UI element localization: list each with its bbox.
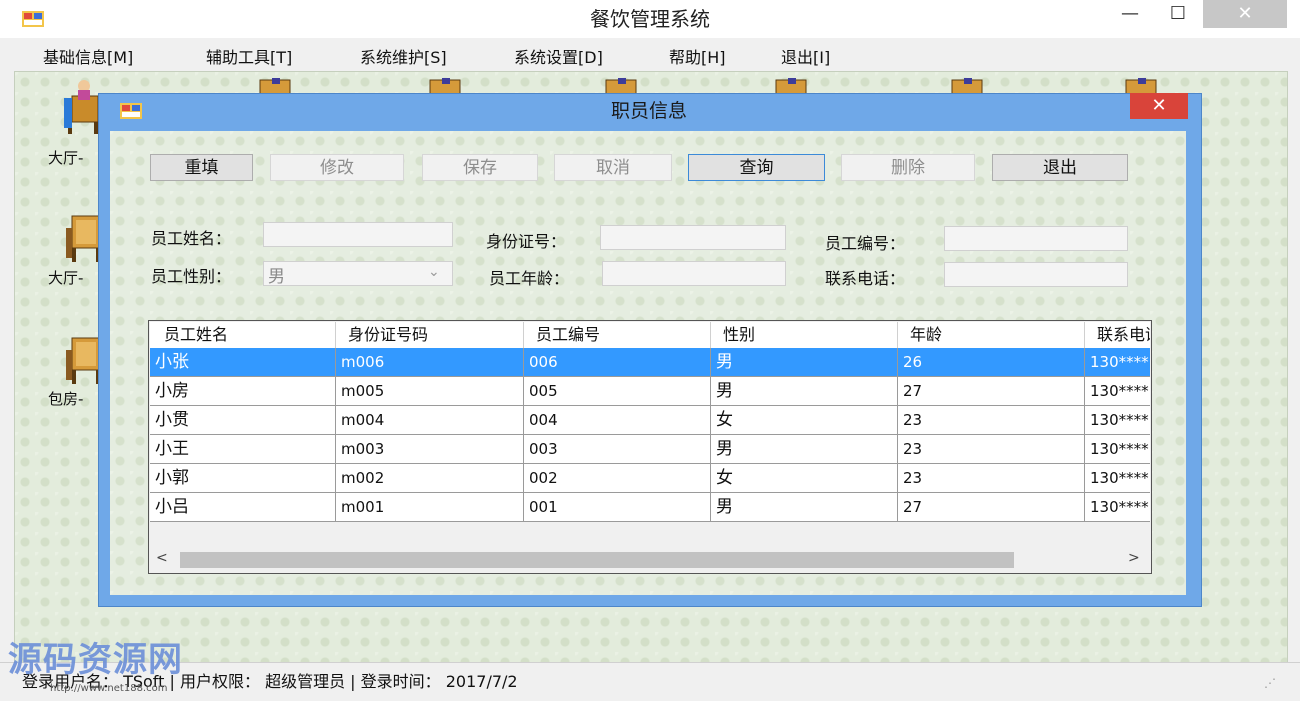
grid-cell[interactable]: 27 xyxy=(898,377,1085,406)
grid-cell[interactable]: 002 xyxy=(524,464,711,493)
phone-input[interactable] xyxy=(944,262,1128,287)
grid-cell[interactable]: 003 xyxy=(524,435,711,464)
table-icon[interactable] xyxy=(1118,78,1164,94)
table-label: 包房- xyxy=(48,390,84,408)
emp-no-label: 员工编号： xyxy=(825,234,906,253)
gender-select[interactable] xyxy=(263,261,453,286)
menu-settings[interactable]: 系统设置[D] xyxy=(514,44,603,68)
column-header[interactable]: 性别 xyxy=(711,322,898,348)
grid-cell[interactable]: 130**** xyxy=(1085,493,1150,522)
scroll-left-icon[interactable]: < xyxy=(156,550,168,566)
menu-maintenance[interactable]: 系统维护[S] xyxy=(360,44,447,68)
grid-cell[interactable]: m003 xyxy=(336,435,524,464)
menu-bar xyxy=(0,38,1300,70)
grid-cell[interactable]: 005 xyxy=(524,377,711,406)
grid-cell[interactable]: m002 xyxy=(336,464,524,493)
gender-label: 员工性别： xyxy=(151,267,232,286)
grid-cell[interactable]: 130**** xyxy=(1085,406,1150,435)
delete-button[interactable]: 删除 xyxy=(841,154,975,181)
phone-label: 联系电话： xyxy=(825,269,906,288)
grid-cell[interactable]: 男 xyxy=(711,493,898,522)
grid-cell[interactable]: 001 xyxy=(524,493,711,522)
minimize-button[interactable]: — xyxy=(1112,0,1148,28)
grid-cell[interactable]: 004 xyxy=(524,406,711,435)
table-icon[interactable] xyxy=(252,78,298,94)
reset-button[interactable]: 重填 xyxy=(150,154,253,181)
grid-cell[interactable]: 006 xyxy=(524,348,711,377)
name-label: 员工姓名： xyxy=(151,229,232,248)
grid-cell[interactable]: 男 xyxy=(711,348,898,377)
grid-cell[interactable]: m006 xyxy=(336,348,524,377)
column-header[interactable]: 身份证号码 xyxy=(336,322,524,348)
table-icon[interactable] xyxy=(944,78,990,94)
emp-no-input[interactable] xyxy=(944,226,1128,251)
grid-cell[interactable]: 130**** xyxy=(1085,435,1150,464)
scroll-right-icon[interactable]: > xyxy=(1128,550,1140,566)
menu-basic-info[interactable]: 基础信息[M] xyxy=(43,44,133,68)
grid-cell[interactable]: 小吕 xyxy=(150,493,336,522)
column-header[interactable]: 联系电话 xyxy=(1085,322,1150,348)
dialog-close-button[interactable]: ✕ xyxy=(1130,93,1188,119)
grid-cell[interactable]: 小贯 xyxy=(150,406,336,435)
column-header[interactable]: 员工姓名 xyxy=(150,322,336,348)
edit-button[interactable]: 修改 xyxy=(270,154,404,181)
grid-cell[interactable]: 小王 xyxy=(150,435,336,464)
grid-cell[interactable]: 男 xyxy=(711,435,898,464)
grid-cell[interactable]: 女 xyxy=(711,464,898,493)
scrollbar-thumb[interactable] xyxy=(180,552,1014,568)
menu-exit[interactable]: 退出[I] xyxy=(781,44,830,68)
id-card-label: 身份证号： xyxy=(486,232,567,251)
column-header[interactable]: 年龄 xyxy=(898,322,1085,348)
grid-cell[interactable]: m001 xyxy=(336,493,524,522)
grid-cell[interactable]: 130**** xyxy=(1085,377,1150,406)
grid-cell[interactable]: 27 xyxy=(898,493,1085,522)
grid-cell[interactable]: 小郭 xyxy=(150,464,336,493)
maximize-button[interactable]: ☐ xyxy=(1160,0,1196,28)
menu-tools[interactable]: 辅助工具[T] xyxy=(206,44,292,68)
age-input[interactable] xyxy=(602,261,786,286)
grid-cell[interactable]: 23 xyxy=(898,464,1085,493)
app-title: 餐饮管理系统 xyxy=(590,7,710,31)
table-icon[interactable] xyxy=(422,78,468,94)
column-header[interactable]: 员工编号 xyxy=(524,322,711,348)
cancel-button[interactable]: 取消 xyxy=(554,154,672,181)
table-icon[interactable] xyxy=(768,78,814,94)
exit-button[interactable]: 退出 xyxy=(992,154,1128,181)
table-label: 大厅- xyxy=(48,269,84,287)
grid-cell[interactable]: 小房 xyxy=(150,377,336,406)
table-label: 大厅- xyxy=(48,149,84,167)
grid-cell[interactable]: 小张 xyxy=(150,348,336,377)
resize-grip-icon[interactable]: ⋰ xyxy=(1264,676,1276,690)
grid-cell[interactable]: 23 xyxy=(898,406,1085,435)
close-button[interactable]: ✕ xyxy=(1203,0,1287,28)
grid-cell[interactable]: 130**** xyxy=(1085,464,1150,493)
grid-cell[interactable]: 女 xyxy=(711,406,898,435)
menu-help[interactable]: 帮助[H] xyxy=(669,44,726,68)
age-label: 员工年龄： xyxy=(489,269,570,288)
chevron-down-icon[interactable]: ⌄ xyxy=(428,264,440,280)
name-input[interactable] xyxy=(263,222,453,247)
query-button[interactable]: 查询 xyxy=(688,154,825,181)
grid-cell[interactable]: m005 xyxy=(336,377,524,406)
watermark-url: http://www.net188.com xyxy=(50,683,168,694)
grid-cell[interactable]: 130**** xyxy=(1085,348,1150,377)
watermark: 源码资源网 xyxy=(8,640,183,680)
grid-cell[interactable]: 男 xyxy=(711,377,898,406)
id-card-input[interactable] xyxy=(600,225,786,250)
gender-select-value: 男 xyxy=(268,267,285,287)
grid-cell[interactable]: 26 xyxy=(898,348,1085,377)
grid-cell[interactable]: 23 xyxy=(898,435,1085,464)
grid-cell[interactable]: m004 xyxy=(336,406,524,435)
table-icon[interactable] xyxy=(598,78,644,94)
save-button[interactable]: 保存 xyxy=(422,154,538,181)
dialog-title: 职员信息 xyxy=(610,100,687,122)
